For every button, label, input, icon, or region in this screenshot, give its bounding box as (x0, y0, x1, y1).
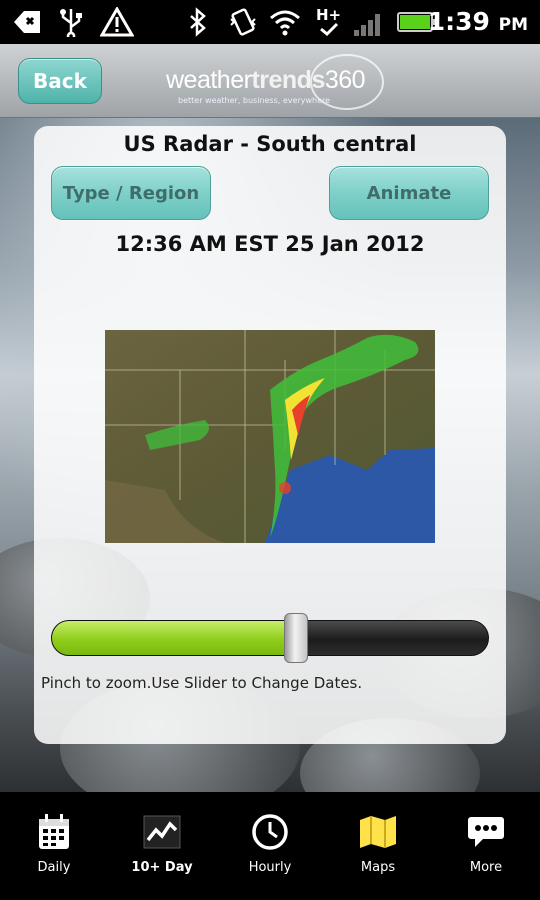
chat-more-icon (466, 812, 506, 852)
clock-time: 1:39 PM (427, 7, 528, 36)
radar-panel: US Radar - South central Type / Region A… (34, 126, 506, 744)
slider-fill (52, 621, 297, 655)
bottom-nav: Daily 10+ Day Hourly Maps More (0, 792, 540, 900)
status-bar: H+ 1:39 PM (0, 0, 540, 44)
slider-thumb[interactable] (284, 613, 309, 663)
battery-level (400, 15, 430, 29)
bluetooth-icon (188, 6, 208, 38)
nav-hourly[interactable]: Hourly (216, 792, 324, 900)
date-slider[interactable] (51, 613, 489, 663)
notification-icon (12, 6, 42, 38)
trend-chart-icon (142, 812, 182, 852)
type-region-button[interactable]: Type / Region (51, 166, 211, 220)
nav-10-day[interactable]: 10+ Day (108, 792, 216, 900)
slider-hint: Pinch to zoom.Use Slider to Change Dates… (41, 674, 363, 692)
wifi-icon (268, 6, 302, 38)
panel-title: US Radar - South central (123, 132, 417, 156)
vibrate-icon (228, 6, 258, 38)
map-icon (358, 812, 398, 852)
clock-icon (250, 812, 290, 852)
signal-icon (354, 12, 386, 36)
animate-button[interactable]: Animate (329, 166, 489, 220)
warning-icon (100, 6, 134, 38)
nav-more[interactable]: More (432, 792, 540, 900)
network-type-indicator: H+ (316, 6, 341, 38)
nav-maps[interactable]: Maps (324, 792, 432, 900)
radar-timestamp: 12:36 AM EST 25 Jan 2012 (115, 232, 425, 256)
app-header: Back weathertrends360 better weather, bu… (0, 44, 540, 118)
usb-icon (58, 6, 84, 38)
nav-daily[interactable]: Daily (0, 792, 108, 900)
calendar-icon (34, 812, 74, 852)
back-button[interactable]: Back (18, 58, 102, 104)
weathertrends-logo: weathertrends360 better weather, busines… (160, 54, 390, 110)
radar-map[interactable] (105, 330, 435, 543)
